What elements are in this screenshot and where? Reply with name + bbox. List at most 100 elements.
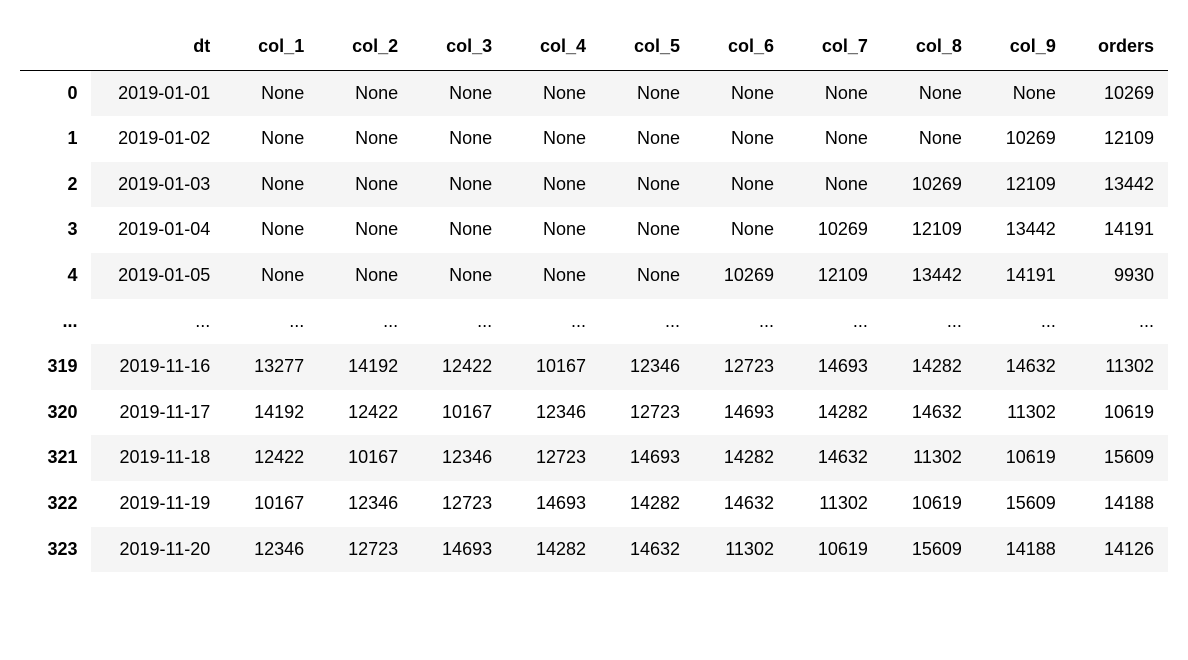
cell: 10619 xyxy=(976,435,1070,481)
cell: None xyxy=(976,70,1070,116)
table-body: 0 2019-01-01 None None None None None No… xyxy=(20,70,1168,572)
col-header-col_4: col_4 xyxy=(506,24,600,70)
cell: None xyxy=(412,253,506,299)
cell: None xyxy=(694,116,788,162)
cell: None xyxy=(600,116,694,162)
cell: None xyxy=(318,207,412,253)
cell: None xyxy=(318,116,412,162)
cell: 12723 xyxy=(412,481,506,527)
cell: 14188 xyxy=(1070,481,1168,527)
cell: 14693 xyxy=(600,435,694,481)
cell: 2019-01-03 xyxy=(91,162,224,208)
cell: ... xyxy=(694,299,788,345)
cell: 13442 xyxy=(976,207,1070,253)
col-header-col_1: col_1 xyxy=(224,24,318,70)
dataframe-container: dt col_1 col_2 col_3 col_4 col_5 col_6 c… xyxy=(0,0,1188,596)
cell: 14632 xyxy=(976,344,1070,390)
cell: 12109 xyxy=(1070,116,1168,162)
cell: None xyxy=(412,162,506,208)
table-row: 320 2019-11-17 14192 12422 10167 12346 1… xyxy=(20,390,1168,436)
row-index: 2 xyxy=(20,162,91,208)
cell: None xyxy=(224,162,318,208)
cell: 13277 xyxy=(224,344,318,390)
cell: ... xyxy=(976,299,1070,345)
cell: 14191 xyxy=(1070,207,1168,253)
cell: 14632 xyxy=(694,481,788,527)
row-index: 320 xyxy=(20,390,91,436)
row-index: 321 xyxy=(20,435,91,481)
col-header-col_5: col_5 xyxy=(600,24,694,70)
cell: 2019-11-19 xyxy=(91,481,224,527)
cell: None xyxy=(318,162,412,208)
cell: 12109 xyxy=(788,253,882,299)
cell: 14282 xyxy=(506,527,600,573)
cell: None xyxy=(506,116,600,162)
cell: 14192 xyxy=(318,344,412,390)
ellipsis-row: ... ... ... ... ... ... ... ... ... ... … xyxy=(20,299,1168,345)
cell: 12723 xyxy=(506,435,600,481)
cell: None xyxy=(788,162,882,208)
cell: ... xyxy=(318,299,412,345)
cell: 14126 xyxy=(1070,527,1168,573)
table-row: 1 2019-01-02 None None None None None No… xyxy=(20,116,1168,162)
cell: None xyxy=(788,116,882,162)
cell: 2019-11-17 xyxy=(91,390,224,436)
cell: 12723 xyxy=(694,344,788,390)
cell: None xyxy=(318,253,412,299)
cell: 15609 xyxy=(1070,435,1168,481)
cell: 12422 xyxy=(318,390,412,436)
cell: None xyxy=(600,253,694,299)
cell: 9930 xyxy=(1070,253,1168,299)
header-row: dt col_1 col_2 col_3 col_4 col_5 col_6 c… xyxy=(20,24,1168,70)
col-header-col_3: col_3 xyxy=(412,24,506,70)
cell: None xyxy=(600,162,694,208)
cell: 10167 xyxy=(412,390,506,436)
cell: 2019-01-02 xyxy=(91,116,224,162)
cell: 12346 xyxy=(224,527,318,573)
cell: None xyxy=(412,207,506,253)
cell: ... xyxy=(1070,299,1168,345)
cell: None xyxy=(412,70,506,116)
cell: 10269 xyxy=(976,116,1070,162)
cell: 14282 xyxy=(600,481,694,527)
cell: 14693 xyxy=(506,481,600,527)
row-index: 323 xyxy=(20,527,91,573)
cell: None xyxy=(694,70,788,116)
cell: 12109 xyxy=(882,207,976,253)
cell: 12346 xyxy=(600,344,694,390)
cell: 2019-01-01 xyxy=(91,70,224,116)
col-header-dt: dt xyxy=(91,24,224,70)
cell: 11302 xyxy=(882,435,976,481)
cell: 12346 xyxy=(318,481,412,527)
cell: 10269 xyxy=(882,162,976,208)
cell: 2019-01-05 xyxy=(91,253,224,299)
cell: None xyxy=(224,70,318,116)
cell: 14693 xyxy=(788,344,882,390)
col-header-col_2: col_2 xyxy=(318,24,412,70)
table-row: 321 2019-11-18 12422 10167 12346 12723 1… xyxy=(20,435,1168,481)
row-index: 1 xyxy=(20,116,91,162)
cell: 12346 xyxy=(412,435,506,481)
cell: 12346 xyxy=(506,390,600,436)
cell: None xyxy=(412,116,506,162)
cell: 11302 xyxy=(1070,344,1168,390)
cell: 12422 xyxy=(224,435,318,481)
cell: 12723 xyxy=(318,527,412,573)
cell: 2019-11-20 xyxy=(91,527,224,573)
cell: 10167 xyxy=(318,435,412,481)
col-header-col_8: col_8 xyxy=(882,24,976,70)
table-row: 323 2019-11-20 12346 12723 14693 14282 1… xyxy=(20,527,1168,573)
cell: None xyxy=(694,207,788,253)
cell: ... xyxy=(412,299,506,345)
cell: 10167 xyxy=(506,344,600,390)
cell: ... xyxy=(882,299,976,345)
col-header-col_7: col_7 xyxy=(788,24,882,70)
cell: None xyxy=(506,253,600,299)
cell: None xyxy=(600,70,694,116)
col-header-col_6: col_6 xyxy=(694,24,788,70)
cell: 14693 xyxy=(412,527,506,573)
cell: None xyxy=(694,162,788,208)
table-row: 322 2019-11-19 10167 12346 12723 14693 1… xyxy=(20,481,1168,527)
index-header xyxy=(20,24,91,70)
cell: 10167 xyxy=(224,481,318,527)
